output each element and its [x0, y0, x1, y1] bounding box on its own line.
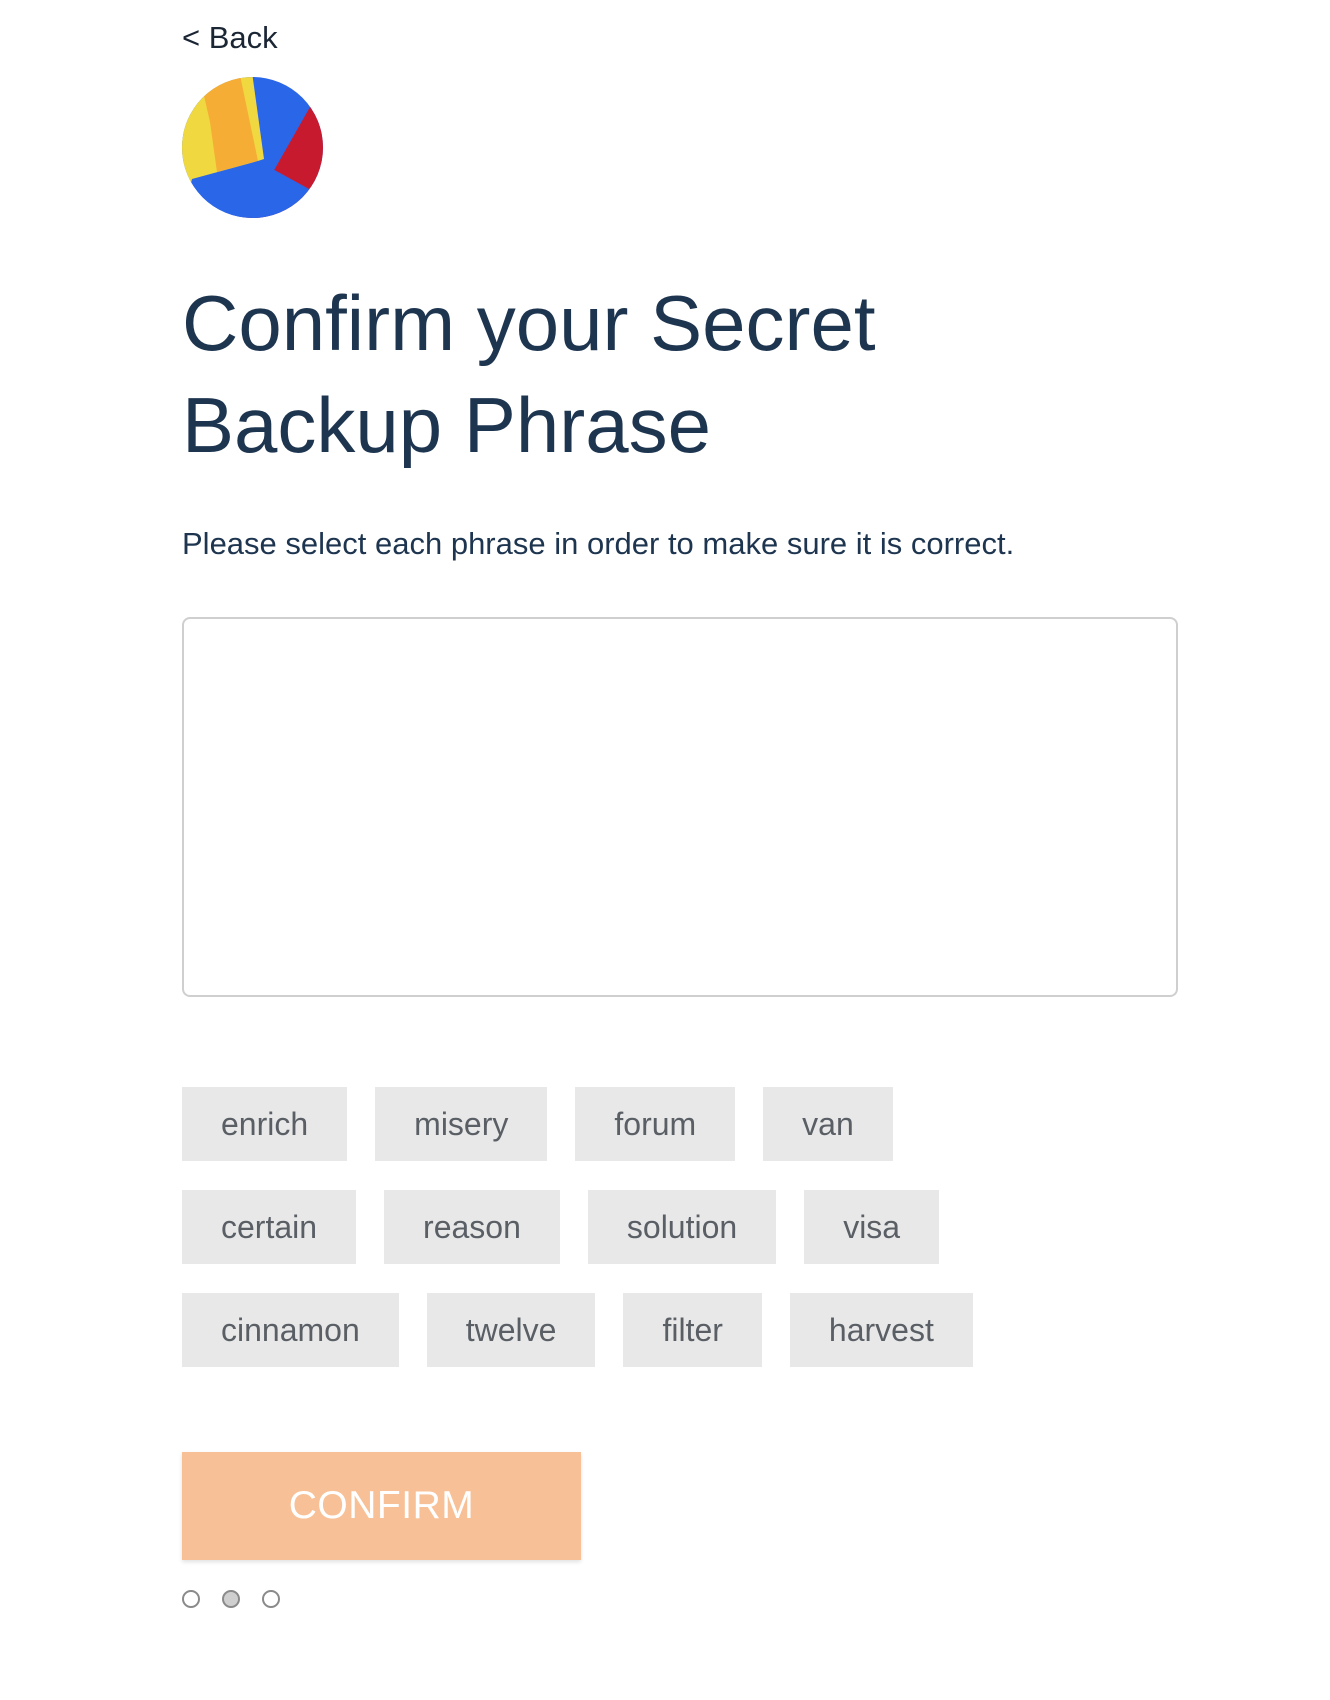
word-chip-certain[interactable]: certain	[182, 1190, 357, 1264]
word-row: certain reason solution visa	[182, 1190, 1182, 1264]
account-avatar	[182, 77, 323, 218]
word-row: cinnamon twelve filter harvest	[182, 1293, 1182, 1367]
word-row: enrich misery forum van	[182, 1087, 1182, 1161]
selected-phrase-box[interactable]	[182, 617, 1178, 997]
pager-dot-3	[262, 1590, 280, 1608]
back-link[interactable]: < Back	[182, 20, 278, 56]
pager-dot-2-active	[222, 1590, 240, 1608]
pager-dot-1	[182, 1590, 200, 1608]
confirm-button[interactable]: CONFIRM	[182, 1452, 581, 1560]
pager-dots	[182, 1590, 302, 1608]
jazzicon-avatar-icon	[182, 77, 323, 218]
word-chip-cinnamon[interactable]: cinnamon	[182, 1293, 399, 1367]
instructions-text: Please select each phrase in order to ma…	[182, 526, 1015, 561]
word-chip-misery[interactable]: misery	[375, 1087, 548, 1161]
word-chip-filter[interactable]: filter	[623, 1293, 762, 1367]
word-chip-visa[interactable]: visa	[804, 1190, 940, 1264]
word-chip-solution[interactable]: solution	[587, 1190, 777, 1264]
word-chip-harvest[interactable]: harvest	[789, 1293, 973, 1367]
word-chip-twelve[interactable]: twelve	[426, 1293, 596, 1367]
word-options: enrich misery forum van certain reason s…	[182, 1087, 1182, 1396]
page-title: Confirm your Secret Backup Phrase	[182, 279, 876, 469]
word-chip-reason[interactable]: reason	[384, 1190, 560, 1264]
word-chip-enrich[interactable]: enrich	[182, 1087, 348, 1161]
word-chip-forum[interactable]: forum	[575, 1087, 736, 1161]
word-chip-van[interactable]: van	[763, 1087, 893, 1161]
